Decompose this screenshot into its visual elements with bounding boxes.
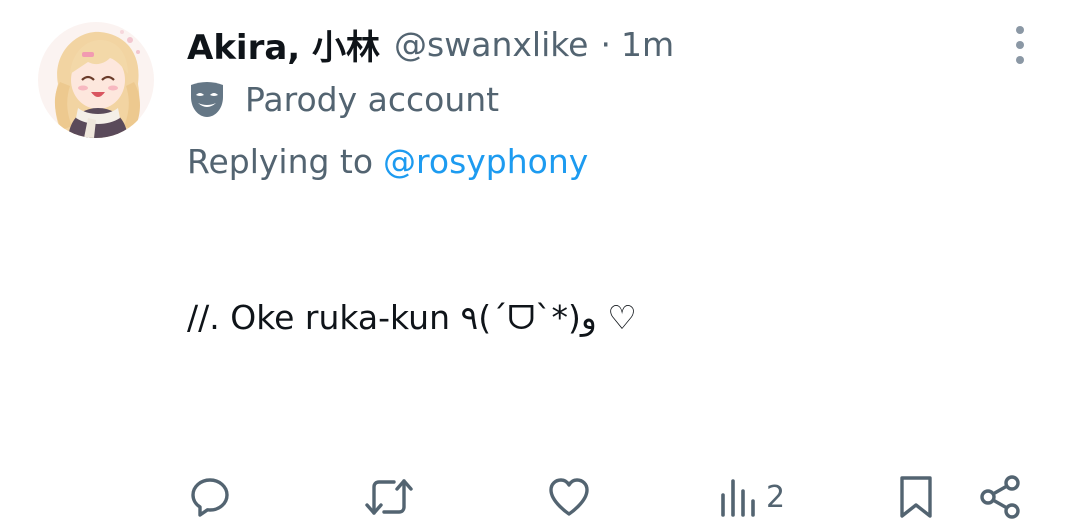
bookmark-button[interactable] [896,472,936,522]
views-count: 2 [766,479,786,515]
tweet-text: //. Oke ruka-kun ٩(´ᗜ`*)و ♡ [187,298,637,337]
tweet[interactable]: Akira, 小林 @swanxlike · 1m Parody account… [0,0,1080,528]
heart-icon [549,478,589,516]
display-name[interactable]: Akira, 小林 [187,20,380,69]
reply-button[interactable] [188,472,232,522]
retweet-button[interactable] [364,472,414,522]
bar-chart-icon [721,479,755,517]
replying-to-label: Replying to [187,141,374,181]
share-button[interactable] [978,472,1022,522]
parody-account-label: Parody account [245,79,500,119]
comment-icon [191,478,229,517]
reply-context: Replying to @rosyphony [187,138,588,184]
theater-mask-icon [191,82,223,117]
tweet-header: Akira, 小林 @swanxlike · 1m [187,20,674,68]
bookmark-icon [900,476,932,518]
like-button[interactable] [547,472,591,522]
separator-dot: · [600,24,611,64]
share-icon [980,475,1020,519]
more-options-icon[interactable] [1006,24,1034,66]
replied-user-link[interactable]: @rosyphony [383,142,588,181]
user-handle[interactable]: @swanxlike [394,25,588,64]
avatar[interactable] [38,22,154,138]
retweet-icon [365,479,413,515]
account-label: Parody account [187,76,499,122]
views-button[interactable]: 2 [718,472,785,522]
timestamp[interactable]: 1m [621,25,674,64]
